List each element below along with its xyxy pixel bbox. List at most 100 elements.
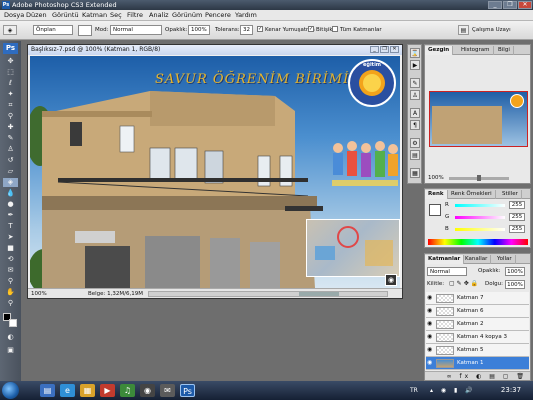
layer-row[interactable]: ◉ Katman 4 kopya 3 [426,331,529,344]
tab-layers[interactable]: Katmanlar [425,255,465,264]
tray-language[interactable]: TR [410,384,418,397]
tab-swatches[interactable]: Renk Örnekleri [448,190,496,199]
layer-comps-panel-icon[interactable]: ▤ [410,150,420,160]
type-tool-icon[interactable]: T [3,222,18,231]
navigator-thumbnail[interactable] [429,91,528,147]
mode-select[interactable]: Normal [110,25,162,35]
tab-channels[interactable]: Kanallar [462,255,492,264]
channel-g-value[interactable]: 255 [509,213,525,221]
history-panel-icon[interactable]: ⌛ [410,48,420,58]
photoshop-taskbar-icon[interactable]: Ps [180,384,195,397]
visibility-eye-icon[interactable]: ◉ [427,347,434,353]
blur-tool-icon[interactable]: 💧 [3,189,18,198]
image-canvas[interactable]: SAVUR ÖĞRENİM BİRİMİ eğitim ◉ [30,56,400,288]
fill-field[interactable]: 100% [505,280,525,289]
doc-size-info[interactable]: Belge: 1,32M/6,19M [88,290,143,298]
tray-icons[interactable]: ▴ ◉ ▮ 🔊 [430,387,476,394]
visibility-eye-icon[interactable]: ◉ [427,334,434,340]
tab-paths[interactable]: Yollar [494,255,516,264]
app-taskbar-icon[interactable]: ♫ [120,384,135,397]
paint-bucket-tool-icon[interactable]: ◈ [3,178,18,187]
doc-minimize-button[interactable]: _ [370,46,379,53]
channel-b-slider[interactable] [455,228,505,231]
measurement-panel-icon[interactable]: ▦ [410,168,420,178]
workspace-icon[interactable]: ▤ [458,25,469,35]
tab-info[interactable]: Bilgi [495,46,514,55]
hand-tool-icon[interactable]: ✋ [3,288,18,297]
layer-row[interactable]: ◉ Katman 2 [426,318,529,331]
clone-source-panel-icon[interactable]: ♙ [410,90,420,100]
layers-footer-buttons[interactable]: ∞ fx ◐ ▤ ▢ 🗑 [425,371,530,380]
visibility-eye-icon[interactable]: ◉ [427,295,434,301]
menu-duzen[interactable]: Düzen [26,11,47,20]
menu-goruntu[interactable]: Görüntü [52,11,79,20]
layer-opacity-field[interactable]: 100% [505,267,525,276]
fill-source-select[interactable]: Önplan [33,25,73,35]
workspace-menu[interactable]: Çalışma Uzayı [472,27,511,33]
menu-pencere[interactable]: Pencere [205,11,231,20]
contiguous-checkbox[interactable]: ✓ [308,26,314,32]
screen-mode-icon[interactable]: ▣ [3,346,18,355]
color-foreground-swatch[interactable] [429,204,441,216]
lasso-tool-icon[interactable]: ℓ [3,79,18,88]
menu-sec[interactable]: Seç [110,11,122,20]
3d-rotate-tool-icon[interactable]: ⟲ [3,255,18,264]
minimize-button[interactable]: _ [488,1,502,9]
move-tool-icon[interactable]: ✥ [3,57,18,66]
visibility-eye-icon[interactable]: ◉ [427,360,434,366]
marquee-tool-icon[interactable]: ⬚ [3,68,18,77]
eyedropper-tool-icon[interactable]: ⚲ [3,112,18,121]
tab-styles[interactable]: Stiller [499,190,522,199]
channel-b-value[interactable]: 255 [509,225,525,233]
navigator-zoom-slider[interactable] [449,175,509,181]
doc-maximize-button[interactable]: ❐ [380,46,389,53]
tab-histogram[interactable]: Histogram [458,46,494,55]
crop-tool-icon[interactable]: ⌗ [3,101,18,110]
app3-taskbar-icon[interactable]: ✉ [160,384,175,397]
tab-color[interactable]: Renk [425,190,448,199]
channel-r-value[interactable]: 255 [509,201,525,209]
menu-gorunum[interactable]: Görünüm [172,11,202,20]
dodge-tool-icon[interactable]: ● [3,200,18,209]
pen-tool-icon[interactable]: ✒ [3,211,18,220]
menu-dosya[interactable]: Dosya [4,11,24,20]
tolerance-field[interactable]: 32 [240,25,253,35]
path-selection-tool-icon[interactable]: ➤ [3,233,18,242]
blend-mode-select[interactable]: Normal [427,267,467,276]
background-color-swatch[interactable] [9,319,17,327]
pattern-picker[interactable] [78,25,92,36]
shape-tool-icon[interactable]: ■ [3,244,18,253]
healing-brush-tool-icon[interactable]: ✚ [3,123,18,132]
layer-row[interactable]: ◉ Katman 6 [426,305,529,318]
clone-stamp-tool-icon[interactable]: ♙ [3,145,18,154]
history-brush-tool-icon[interactable]: ↺ [3,156,18,165]
character-panel-icon[interactable]: A [410,108,420,118]
visibility-eye-icon[interactable]: ◉ [427,308,434,314]
taskbar-clock[interactable]: 23:37 [496,384,526,397]
close-button[interactable]: ✕ [518,1,532,9]
doc-zoom-field[interactable]: 100% [31,290,47,298]
menu-katman[interactable]: Katman [82,11,107,20]
color-spectrum-bar[interactable] [428,239,528,245]
eraser-tool-icon[interactable]: ▱ [3,167,18,176]
tab-navigator[interactable]: Gezgin [425,46,454,55]
app2-taskbar-icon[interactable]: ◉ [140,384,155,397]
channel-r-slider[interactable] [455,204,505,207]
internet-explorer-taskbar-icon[interactable]: e [60,384,75,397]
start-button[interactable] [2,382,19,399]
all-layers-checkbox[interactable] [332,26,338,32]
media-taskbar-icon[interactable]: ▶ [100,384,115,397]
opacity-field[interactable]: 100% [188,25,210,35]
channel-g-slider[interactable] [455,216,505,219]
navigator-zoom-value[interactable]: 100% [428,175,444,182]
layer-row[interactable]: ◉ Katman 7 [426,292,529,305]
tool-presets-panel-icon[interactable]: ⚙ [410,138,420,148]
eyedropper-sample-tool-icon[interactable]: ⚲ [3,277,18,286]
visibility-eye-icon[interactable]: ◉ [427,321,434,327]
actions-panel-icon[interactable]: ▶ [410,60,420,70]
notes-tool-icon[interactable]: ✉ [3,266,18,275]
menu-filtre[interactable]: Filtre [127,11,143,20]
brushes-panel-icon[interactable]: ✎ [410,78,420,88]
paragraph-panel-icon[interactable]: ¶ [410,120,420,130]
brush-tool-icon[interactable]: ✎ [3,134,18,143]
